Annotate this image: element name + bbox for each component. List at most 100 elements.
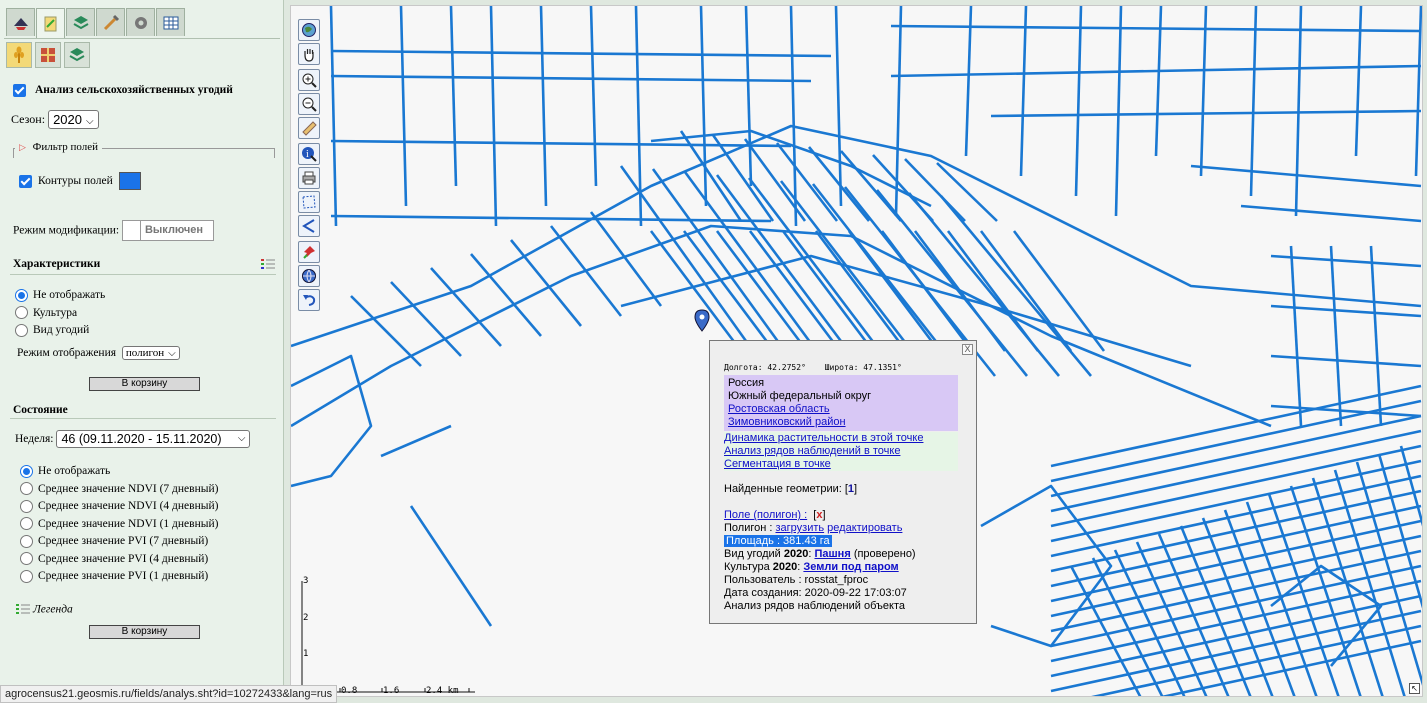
region-link[interactable]: Ростовская область [728,403,954,416]
radio-button[interactable] [20,517,33,531]
fields-icon [41,48,55,62]
chevron-down-icon: ⌵ [168,348,176,359]
state-option[interactable]: Среднее значение PVI (1 дневный) [20,568,218,586]
option-label: Среднее значение PVI (1 дневный) [38,570,209,582]
load-link[interactable]: загрузить [775,522,824,534]
scale-label-08: 0.8 [341,686,358,696]
analysis-toggle[interactable]: Анализ сельскохозяйственных угодий [13,82,233,97]
layers-globe-icon[interactable] [298,265,320,287]
select-polygon-icon[interactable] [298,191,320,213]
crop-year: 2020 [772,561,798,573]
option-label: Не отображать [38,465,111,477]
state-option[interactable]: Среднее значение PVI (4 дневный) [20,551,218,569]
display-mode-row: Режим отображения полигон ⌵ [17,346,180,360]
char-option-crop[interactable]: Культура [15,305,105,323]
info-icon[interactable]: i [298,143,320,165]
close-icon[interactable]: X [962,344,973,355]
season-select[interactable]: 2020 ⌵ [48,110,99,129]
state-option[interactable]: Среднее значение NDVI (1 дневный) [20,516,218,534]
triangle-right-icon: ▷ [19,142,26,152]
vegetation-dynamics-link[interactable]: Динамика растительности в этой точке [724,432,958,445]
char-option-landuse[interactable]: Вид угодий [15,322,105,340]
season-row: Сезон: 2020 ⌵ [11,110,99,129]
state-option[interactable]: Среднее значение NDVI (4 дневный) [20,498,218,516]
location-marker-icon[interactable] [693,309,711,333]
globe-icon[interactable] [298,19,320,41]
layers-icon [13,17,28,30]
radio-button[interactable] [20,482,33,496]
field-link[interactable]: Поле (полигон) : [724,509,807,521]
stack-tab[interactable] [66,8,95,36]
contour-color-swatch[interactable] [118,172,141,190]
contours-checkbox[interactable] [19,174,32,188]
state-option[interactable]: Среднее значение PVI (7 дневный) [20,533,218,551]
tools-tab[interactable] [96,8,125,36]
contours-label: Контуры полей [38,175,113,187]
analysis-checkbox[interactable] [13,83,26,97]
coordinates: Долгота: 42.2752° Широта: 47.1351° [724,363,902,372]
layers-tab[interactable] [6,8,35,36]
ruler-icon[interactable] [298,117,320,139]
zoom-out-icon[interactable] [298,93,320,115]
remove-field-icon[interactable]: x [816,509,822,521]
pan-hand-icon[interactable] [298,43,320,65]
print-icon[interactable] [298,167,320,189]
found-count: 1 [847,483,855,495]
expand-corner-icon[interactable]: ↖ [1409,683,1420,694]
series-analysis-link[interactable]: Анализ рядов наблюдений в точке [724,445,958,458]
radio-button[interactable] [20,569,33,583]
radio-button[interactable] [15,323,28,337]
list-settings-icon[interactable] [261,258,275,274]
tools-icon [103,14,119,30]
display-mode-label: Режим отображения [17,347,117,359]
basket-button-2[interactable]: В корзину [89,625,200,639]
contours-row: Контуры полей [19,172,141,190]
mode-toggle[interactable]: Выключен [121,220,214,241]
week-select[interactable]: 46 (09.11.2020 - 15.11.2020) ⌵ [56,430,251,448]
analysis-tab[interactable] [36,8,65,38]
pin-icon[interactable] [298,241,320,263]
legend-row[interactable]: Легенда [16,601,73,616]
measure-angle-icon[interactable] [298,215,320,237]
layers-subtab[interactable] [64,42,90,68]
area-value: Площадь : 381.43 га [724,535,832,547]
radio-button[interactable] [15,288,28,302]
admin-units: Россия Южный федеральный округ Ростовска… [724,375,958,431]
radio-button[interactable] [15,306,28,320]
landuse-prefix: Вид угодий [724,548,781,560]
option-label: Культура [33,306,78,319]
landuse-link[interactable]: Пашня [814,548,850,560]
settings-tab[interactable] [126,8,155,36]
undo-icon[interactable] [298,289,320,311]
filter-legend[interactable]: ▷ Фильтр полей [15,141,103,153]
vertical-scale [301,581,303,686]
table-tab[interactable] [156,8,185,36]
scale-label-16: 1.6 [383,686,400,696]
state-divider [10,418,276,419]
crop-link[interactable]: Земли под паром [803,561,898,573]
segmentation-link[interactable]: Сегментация в точке [724,458,958,471]
fields-subtab[interactable] [35,42,61,68]
mode-value: Выключен [144,224,204,236]
option-label: Среднее значение NDVI (1 дневный) [38,517,219,530]
zoom-in-icon[interactable] [298,69,320,91]
state-title: Состояние [13,404,68,416]
map-toolbar: i [298,19,320,313]
country: Россия [728,377,765,389]
characteristics-title: Характеристики [13,258,101,270]
radio-button[interactable] [20,499,33,513]
radio-button[interactable] [20,534,33,548]
option-label: Не отображать [33,289,106,301]
basket-button[interactable]: В корзину [89,377,200,391]
char-option-none[interactable]: Не отображать [15,287,105,305]
edit-link[interactable]: редактировать [827,522,902,534]
gear-icon [134,16,147,29]
radio-button[interactable] [20,552,33,566]
layers-stack-icon [69,48,85,62]
crop-subtab[interactable] [6,42,32,68]
display-mode-select[interactable]: полигон ⌵ [121,346,180,360]
state-option[interactable]: Среднее значение NDVI (7 дневный) [20,481,218,499]
state-option[interactable]: Не отображать [20,463,218,481]
raion-link[interactable]: Зимовниковский район [728,416,954,429]
radio-button[interactable] [20,464,33,478]
